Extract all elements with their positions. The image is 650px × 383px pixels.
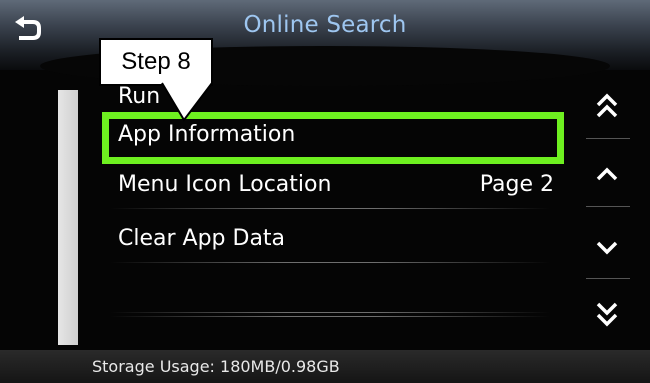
back-button[interactable]	[6, 8, 50, 52]
storage-usage: Storage Usage: 180MB/0.98GB	[92, 357, 340, 376]
scroll-up-button[interactable]	[578, 148, 636, 200]
list-item-empty	[100, 268, 560, 313]
scroll-down-icon	[596, 241, 618, 255]
list-divider	[110, 208, 550, 209]
nav-separator	[586, 138, 630, 139]
callout-label: Step 8	[121, 48, 191, 75]
list-divider	[110, 316, 550, 317]
page-title: Online Search	[243, 12, 407, 38]
nav-separator	[586, 278, 630, 279]
back-arrow-icon	[15, 16, 41, 40]
page-up-icon	[596, 93, 618, 118]
list-item-value: Page 2	[479, 172, 554, 197]
list-item-label: Clear App Data	[118, 226, 286, 251]
callout-pointer	[161, 82, 213, 122]
page-down-icon	[596, 302, 618, 327]
page-up-button[interactable]	[578, 80, 636, 132]
scroll-navigation	[578, 78, 636, 348]
list-item-empty	[100, 316, 560, 317]
page-down-button[interactable]	[578, 288, 636, 340]
list-item-clear-app-data[interactable]: Clear App Data	[100, 218, 560, 263]
scrollbar-thumb[interactable]	[58, 90, 78, 345]
step-callout: Step 8	[99, 38, 213, 86]
list-item-label: Menu Icon Location	[118, 172, 332, 197]
infotainment-screen: Online Search Run App Information Menu I…	[0, 0, 650, 383]
nav-separator	[586, 206, 630, 207]
scroll-up-icon	[596, 167, 618, 181]
list-divider	[110, 262, 550, 263]
list-item-menu-icon-location[interactable]: Menu Icon Location Page 2	[100, 164, 560, 209]
scroll-down-button[interactable]	[578, 222, 636, 274]
list-divider	[110, 312, 550, 313]
list-item-label: Run	[118, 84, 161, 109]
